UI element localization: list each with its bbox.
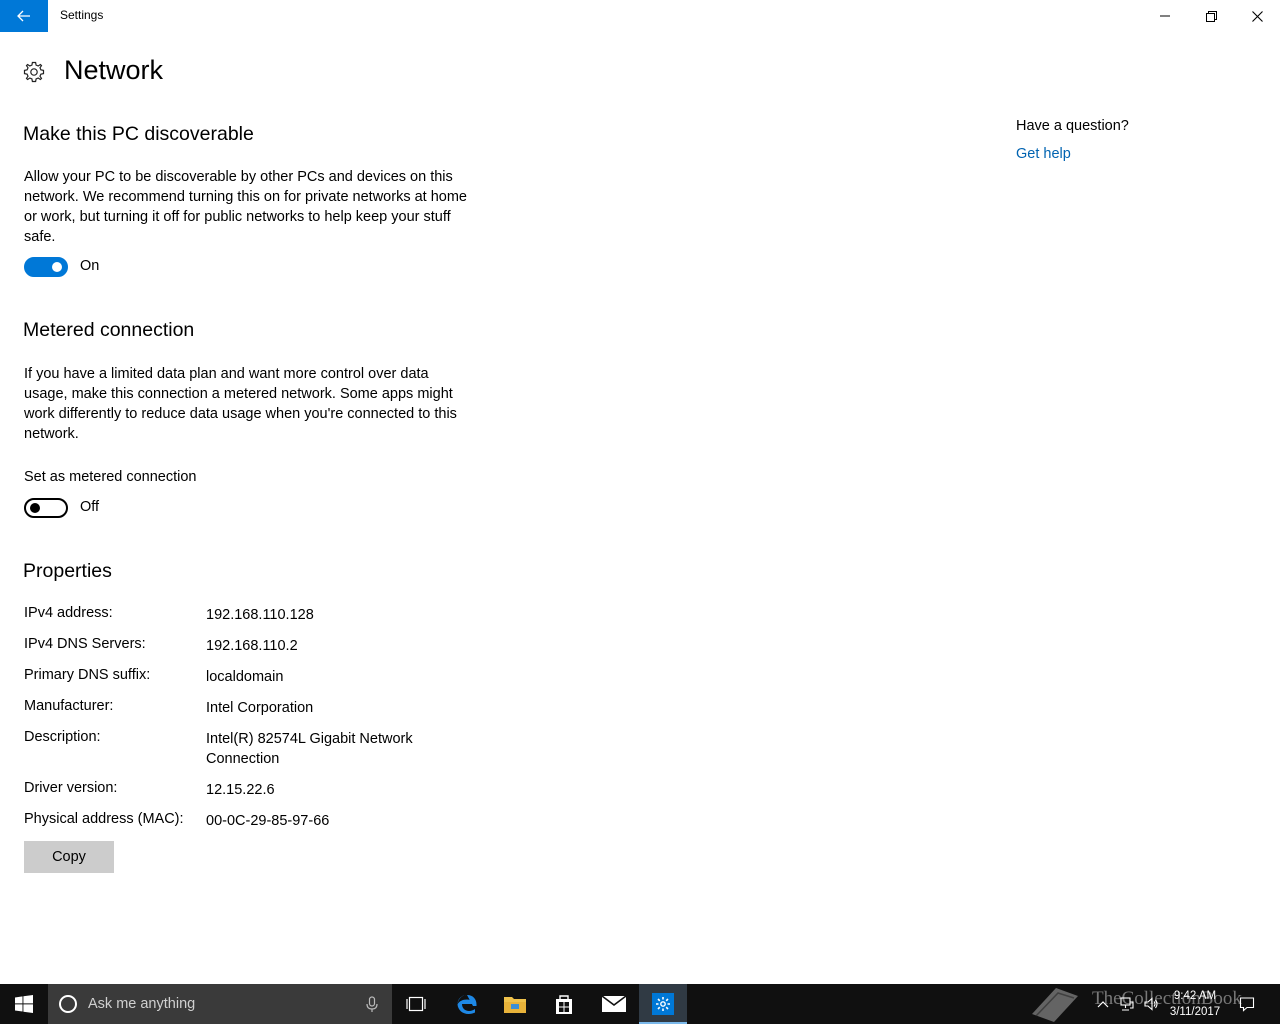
property-label: IPv4 DNS Servers:: [24, 636, 146, 652]
property-label: IPv4 address:: [24, 605, 113, 621]
minimize-icon: [1160, 15, 1170, 17]
discoverable-description: Allow your PC to be discoverable by othe…: [24, 169, 467, 245]
file-explorer-button[interactable]: [491, 984, 539, 1024]
task-view-icon: [406, 996, 426, 1012]
mail-button[interactable]: [590, 984, 638, 1024]
show-hidden-icons-button[interactable]: [1092, 984, 1114, 1024]
metered-heading: Metered connection: [23, 319, 195, 341]
dns-servers-value: 192.168.110.2: [206, 638, 298, 654]
task-view-button[interactable]: [392, 984, 440, 1024]
manufacturer-value: Intel Corporation: [206, 700, 314, 716]
volume-icon: [1144, 997, 1158, 1011]
title-bar: Settings: [0, 0, 1280, 32]
properties-heading: Properties: [23, 560, 112, 582]
network-icon: [1120, 997, 1134, 1011]
cortana-icon: [59, 995, 77, 1013]
discoverable-toggle-state: On: [80, 258, 100, 274]
dns-suffix-value: localdomain: [206, 669, 284, 685]
toggle-knob: [52, 262, 62, 272]
get-help-link[interactable]: Get help: [1016, 146, 1071, 162]
network-tray-button[interactable]: [1116, 984, 1138, 1024]
discoverable-toggle[interactable]: [24, 257, 68, 277]
property-label: Driver version:: [24, 780, 118, 796]
minimize-button[interactable]: [1142, 0, 1188, 32]
metered-description: If you have a limited data plan and want…: [24, 366, 457, 442]
settings-window: Settings Network Make this PC discoverab…: [0, 0, 1280, 1024]
property-label: Description:: [24, 729, 101, 745]
mail-icon: [601, 995, 627, 1012]
gear-icon: [23, 61, 45, 83]
property-label: Manufacturer:: [24, 698, 114, 714]
volume-tray-button[interactable]: [1140, 984, 1162, 1024]
clock-date: 3/11/2017: [1169, 1006, 1221, 1018]
discoverable-heading: Make this PC discoverable: [23, 123, 254, 145]
page-title: Network: [64, 55, 164, 85]
store-button[interactable]: [540, 984, 588, 1024]
restore-button[interactable]: [1188, 0, 1234, 32]
back-button[interactable]: [0, 0, 48, 32]
close-icon: [1251, 10, 1263, 22]
chevron-up-icon: [1097, 1001, 1109, 1008]
property-label: Primary DNS suffix:: [24, 667, 151, 683]
back-arrow-icon: [17, 10, 30, 22]
taskbar: Ask me anything TheCollectionBook 9:42 A…: [0, 984, 1280, 1024]
settings-icon: [656, 997, 670, 1011]
driver-version-value: 12.15.22.6: [206, 782, 275, 798]
restore-icon: [1205, 10, 1217, 22]
mac-address-value: 00-0C-29-85-97-66: [206, 813, 330, 829]
taskbar-clock[interactable]: 9:42 AM 3/11/2017: [1160, 988, 1230, 1020]
edge-button[interactable]: [443, 984, 491, 1024]
property-label: Physical address (MAC):: [24, 811, 184, 827]
metered-toggle[interactable]: [24, 498, 68, 518]
toggle-knob: [30, 503, 40, 513]
windows-logo-icon: [15, 995, 33, 1013]
copy-button[interactable]: Copy: [24, 841, 114, 873]
window-title: Settings: [60, 8, 104, 22]
file-explorer-icon: [504, 997, 526, 1013]
search-box[interactable]: Ask me anything: [48, 984, 392, 1024]
start-button[interactable]: [0, 984, 48, 1024]
close-button[interactable]: [1234, 0, 1280, 32]
settings-taskbar-button[interactable]: [639, 984, 687, 1024]
description-value: Intel(R) 82574L Gigabit Network Connecti…: [206, 731, 413, 767]
microphone-icon[interactable]: [362, 994, 382, 1014]
notifications-icon: [1239, 997, 1255, 1012]
edge-icon: [457, 995, 477, 1014]
action-center-button[interactable]: [1236, 984, 1258, 1024]
clock-time: 9:42 AM: [1173, 990, 1217, 1002]
metered-label: Set as metered connection: [24, 469, 197, 485]
store-icon: [556, 995, 572, 1014]
help-question: Have a question?: [1016, 118, 1129, 134]
metered-toggle-state: Off: [80, 499, 100, 515]
settings-tile: [652, 993, 674, 1015]
ipv4-address-value: 192.168.110.128: [206, 607, 314, 623]
search-placeholder: Ask me anything: [88, 996, 196, 1012]
